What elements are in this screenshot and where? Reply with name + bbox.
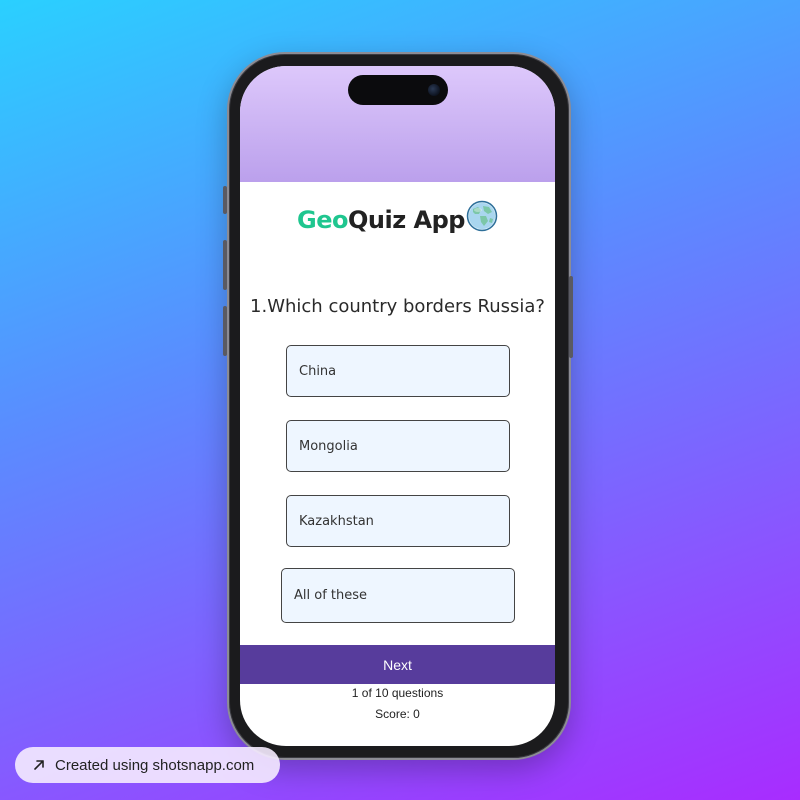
- app-title-text: Quiz App: [347, 206, 465, 234]
- app-title-accent: Geo: [297, 206, 348, 234]
- phone-power-button: [569, 276, 573, 358]
- credit-link[interactable]: Created using shotsnapp.com: [15, 747, 280, 783]
- score-text: Score: 0: [375, 707, 420, 721]
- credit-text: Created using shotsnapp.com: [55, 756, 255, 774]
- app-title: Geo Quiz App: [240, 200, 555, 234]
- answer-option-all-of-these[interactable]: All of these: [281, 568, 515, 623]
- dynamic-island: [348, 75, 448, 105]
- answer-option-kazakhstan[interactable]: Kazakhstan: [286, 495, 510, 547]
- question-text: 1.Which country borders Russia?: [250, 296, 545, 317]
- answer-option-china[interactable]: China: [286, 345, 510, 397]
- camera-icon: [428, 84, 440, 96]
- phone-action-button: [223, 186, 227, 214]
- question-progress: 1 of 10 questions: [351, 686, 444, 700]
- phone-volume-down-button: [223, 306, 227, 356]
- next-button[interactable]: Next: [240, 645, 555, 684]
- globe-icon: [466, 200, 498, 232]
- answer-option-mongolia[interactable]: Mongolia: [286, 420, 510, 472]
- phone-screen: Geo Quiz App 1.Which country borders Rus…: [240, 66, 555, 746]
- arrow-up-right-icon: [34, 760, 44, 770]
- phone-volume-up-button: [223, 240, 227, 290]
